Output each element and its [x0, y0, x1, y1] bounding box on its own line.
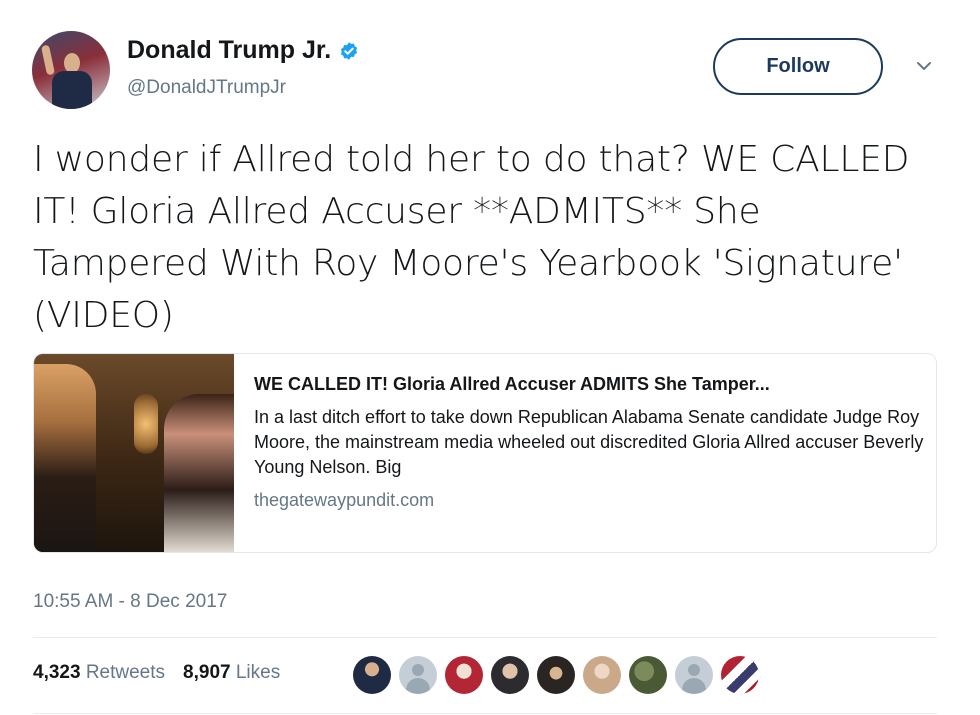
likers-avatars: [353, 656, 759, 694]
card-domain: thegatewaypundit.com: [254, 490, 435, 510]
likes-label: Likes: [235, 662, 281, 683]
follow-button[interactable]: Follow: [713, 38, 883, 95]
liker-avatar[interactable]: [445, 656, 483, 694]
verified-badge-icon: [341, 41, 358, 60]
likes-count: 8,907: [183, 662, 231, 683]
liker-avatar[interactable]: [353, 656, 391, 694]
retweets-label: Retweets: [85, 662, 166, 683]
liker-avatar[interactable]: [537, 656, 575, 694]
card-thumbnail: [34, 354, 234, 552]
retweets-count: 4,323: [33, 662, 81, 683]
thumbnail-person-left: [34, 364, 96, 552]
liker-avatar[interactable]: [721, 656, 759, 694]
divider-bottom: [33, 713, 937, 714]
thumbnail-person-right: [164, 394, 234, 552]
card-description: In a last ditch effort to take down Repu…: [254, 407, 924, 477]
retweets-stat[interactable]: 4,323 Retweets: [33, 662, 165, 684]
author-handle[interactable]: @DonaldJTrumpJr: [127, 77, 286, 99]
card-title: WE CALLED IT! Gloria Allred Accuser ADMI…: [254, 374, 770, 394]
liker-avatar[interactable]: [583, 656, 621, 694]
thumbnail-lamp: [134, 394, 158, 454]
tweet-text: I wonder if Allred told her to do that? …: [33, 139, 910, 336]
author-name-row: Donald Trump Jr.: [127, 36, 359, 65]
tweet-stats: 4,323 Retweets 8,907 Likes: [33, 662, 280, 684]
avatar-arm: [40, 44, 56, 76]
tweet-timestamp[interactable]: 10:55 AM - 8 Dec 2017: [33, 591, 227, 613]
avatar-body: [52, 71, 92, 109]
divider-top: [33, 637, 937, 638]
link-card[interactable]: WE CALLED IT! Gloria Allred Accuser ADMI…: [33, 353, 937, 553]
liker-avatar[interactable]: [629, 656, 667, 694]
liker-avatar[interactable]: [675, 656, 713, 694]
author-avatar[interactable]: [32, 31, 110, 109]
avatar-head: [64, 53, 80, 73]
liker-avatar[interactable]: [399, 656, 437, 694]
chevron-down-icon[interactable]: [914, 58, 934, 74]
liker-avatar[interactable]: [491, 656, 529, 694]
likes-stat[interactable]: 8,907 Likes: [183, 662, 280, 684]
card-body: WE CALLED IT! Gloria Allred Accuser ADMI…: [254, 374, 924, 511]
author-name[interactable]: Donald Trump Jr.: [127, 36, 331, 65]
